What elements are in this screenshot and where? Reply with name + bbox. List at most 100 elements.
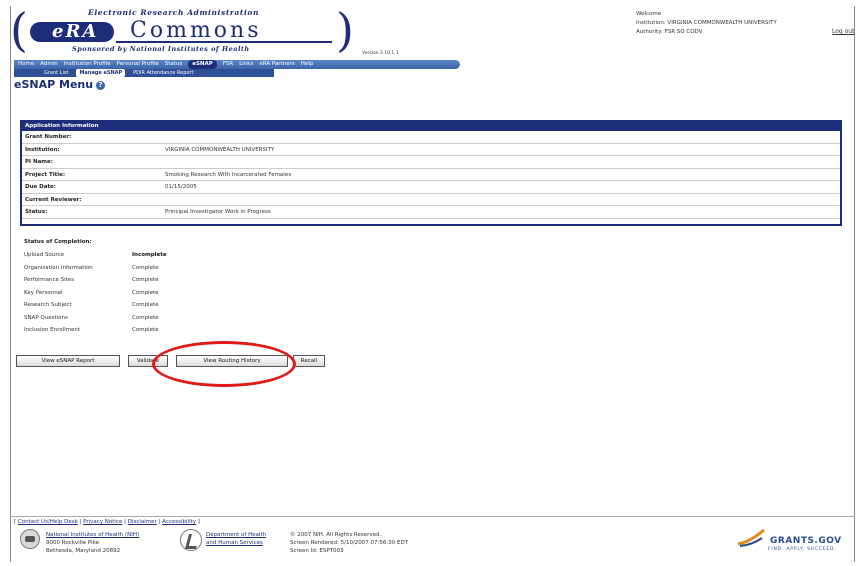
application-info-label: Project Title:: [25, 171, 66, 178]
application-info-value: Smoking Research With Incarcerated Femal…: [165, 171, 292, 178]
application-info-label: Status:: [25, 209, 48, 215]
completion-section-status: Complete: [132, 302, 159, 308]
recall-button[interactable]: Recall: [293, 355, 325, 367]
page-title: eSNAP Menu?: [14, 78, 106, 91]
application-info-value: VIRGINIA COMMONWEALTH UNIVERSITY: [165, 146, 275, 153]
subnav-item-manage-esnap[interactable]: Manage eSNAP: [76, 69, 126, 77]
application-info-label: PI Name:: [25, 159, 53, 165]
view-esnap-report-button[interactable]: View eSNAP Report: [16, 355, 120, 367]
nav-item-status[interactable]: Status: [165, 60, 183, 69]
completion-section-status: Complete: [132, 289, 159, 296]
application-info-value: Principal Investigator Work in Progress: [165, 209, 271, 215]
grants-gov-tagline: FIND. APPLY. SUCCEED.: [768, 547, 837, 552]
logo-bottom-text: Sponsored by National Institutes of Heal…: [72, 45, 250, 53]
application-info-row: PI Name:: [22, 156, 840, 169]
main-nav: Home Admin Institution Profile Personal Pro…: [14, 60, 460, 69]
application-info-row: Current Reviewer:: [22, 194, 840, 206]
application-info-label: Current Reviewer:: [25, 196, 82, 203]
logo-divider: [116, 41, 332, 43]
completion-row: Performance Sites Complete: [24, 277, 224, 290]
logo-bracket-right: ): [336, 3, 354, 57]
footer-link-contact[interactable]: Contact Us/Help Desk: [18, 519, 78, 525]
nih-link[interactable]: National Institutes of Health (NIH): [46, 531, 139, 539]
nav-item-admin[interactable]: Admin: [40, 60, 58, 69]
copyright-text: © 2007 NIH. All Rights Reserved.: [290, 532, 382, 538]
application-info-header: Application Information: [22, 122, 840, 131]
completion-row: Upload Source Incomplete: [24, 252, 224, 265]
completion-section-status: Complete: [132, 264, 159, 271]
nav-item-fsr[interactable]: FSR: [223, 60, 233, 69]
application-info-row: Status: Principal Investigator Work in Pr…: [22, 206, 840, 219]
application-info-panel: Application Information Grant Number: Ins…: [20, 120, 842, 226]
logo-era-text: eRA: [52, 21, 99, 42]
hhs-line1[interactable]: Department of Health: [206, 531, 266, 539]
completion-section-name: Performance Sites: [24, 277, 75, 283]
grants-swoosh-icon: [737, 528, 765, 547]
hhs-line2[interactable]: and Human Services: [206, 539, 266, 547]
nav-item-home[interactable]: Home: [18, 60, 34, 69]
completion-row: Inclusion Enrollment Complete: [24, 327, 224, 340]
completion-section-status: Complete: [132, 277, 159, 283]
completion-section-name: Upload Source: [24, 252, 64, 258]
completion-section-name: Organization Information: [24, 264, 93, 271]
welcome-text: Welcome: [636, 11, 662, 17]
footer-link-disclaimer[interactable]: Disclaimer: [128, 519, 157, 525]
user-info: Welcome Institution: VIRGINIA COMMONWEAL…: [636, 10, 777, 37]
red-highlight-circle: [152, 341, 296, 387]
logo-top-text: Electronic Research Administration: [88, 8, 260, 17]
logout-link[interactable]: Log out: [832, 28, 854, 35]
completion-row: Key Personnel Complete: [24, 290, 224, 303]
grants-gov-logo: GRANTS.GOV FIND. APPLY. SUCCEED.: [730, 524, 850, 558]
logo-bracket-left: (: [10, 3, 28, 57]
completion-section-status: Incomplete: [132, 252, 167, 258]
logo-commons-text: Commons: [130, 18, 262, 43]
logo-era-badge: eRA: [30, 22, 114, 42]
completion-status-title: Status of Completion:: [24, 239, 92, 245]
authority-text: Authority: FSR SO CODV: [636, 29, 703, 35]
institution-text: Institution: VIRGINIA COMMONWEALTH UNIVE…: [636, 20, 777, 26]
nih-seal-icon: [20, 529, 40, 549]
version-label: Version 2.10.1.1: [362, 51, 399, 56]
completion-section-name: SNAP Questions: [24, 314, 68, 321]
nav-item-help[interactable]: Help: [301, 60, 314, 69]
sub-nav: Grant List Manage eSNAP PDIR Attendance Re…: [14, 69, 274, 77]
application-info-row: Grant Number:: [22, 131, 840, 144]
footer-link-privacy[interactable]: Privacy Notice: [83, 519, 122, 525]
subnav-item-grant-list[interactable]: Grant List: [44, 69, 68, 77]
completion-section-status: Complete: [132, 314, 159, 321]
footer-link-accessibility[interactable]: Accessibility: [162, 519, 196, 525]
application-info-label: Due Date:: [25, 184, 56, 190]
nih-address: National Institutes of Health (NIH) 9000…: [46, 531, 139, 555]
nih-address-line2: Bethesda, Maryland 20892: [46, 548, 121, 554]
grants-gov-name: GRANTS.GOV: [770, 536, 842, 546]
help-icon[interactable]: ?: [96, 81, 106, 90]
nav-item-institution-profile[interactable]: Institution Profile: [64, 60, 111, 69]
completion-section-name: Key Personnel: [24, 289, 63, 296]
application-info-row: Institution: VIRGINIA COMMONWEALTH UNIVER…: [22, 144, 840, 156]
application-info-value: 01/15/2005: [165, 184, 197, 190]
hhs-seal-icon: [180, 529, 202, 551]
hhs-link[interactable]: Department of Health and Human Services: [206, 531, 266, 547]
nih-address-line1: 9000 Rockville Pike: [46, 540, 99, 546]
completion-row: Research Subject Complete: [24, 302, 224, 315]
subnav-item-pdir-attendance-report[interactable]: PDIR Attendance Report: [133, 69, 193, 77]
page-title-text: eSNAP Menu: [14, 78, 94, 91]
footer-links: [ Contact Us/Help Desk | Privacy Notice …: [14, 519, 200, 525]
application-info-label: Grant Number:: [25, 134, 72, 140]
nav-item-links[interactable]: Links: [239, 60, 253, 69]
completion-section-status: Complete: [132, 327, 159, 333]
nav-item-personal-profile[interactable]: Personal Profile: [116, 60, 158, 69]
era-commons-logo: ( Electronic Research Administration eRA…: [10, 3, 360, 58]
completion-row: SNAP Questions Complete: [24, 315, 224, 328]
screen-rendered-text: Screen Rendered: 5/10/2007 07:56:30 EDT: [290, 540, 409, 546]
nav-item-esnap[interactable]: eSNAP: [188, 60, 217, 69]
completion-row: Organization Information Complete: [24, 265, 224, 278]
screen-id-text: Screen Id: ESPT003: [290, 548, 344, 554]
nav-item-era-partners[interactable]: eRA Partners: [259, 60, 294, 69]
completion-section-name: Research Subject: [24, 302, 72, 308]
footer-divider: [10, 516, 855, 517]
application-info-row: Due Date: 01/15/2005: [22, 181, 840, 194]
application-info-label: Institution:: [25, 146, 60, 153]
completion-status-list: Upload Source Incomplete Organization Info…: [24, 252, 224, 340]
copyright-block: © 2007 NIH. All Rights Reserved. Screen …: [290, 531, 408, 555]
